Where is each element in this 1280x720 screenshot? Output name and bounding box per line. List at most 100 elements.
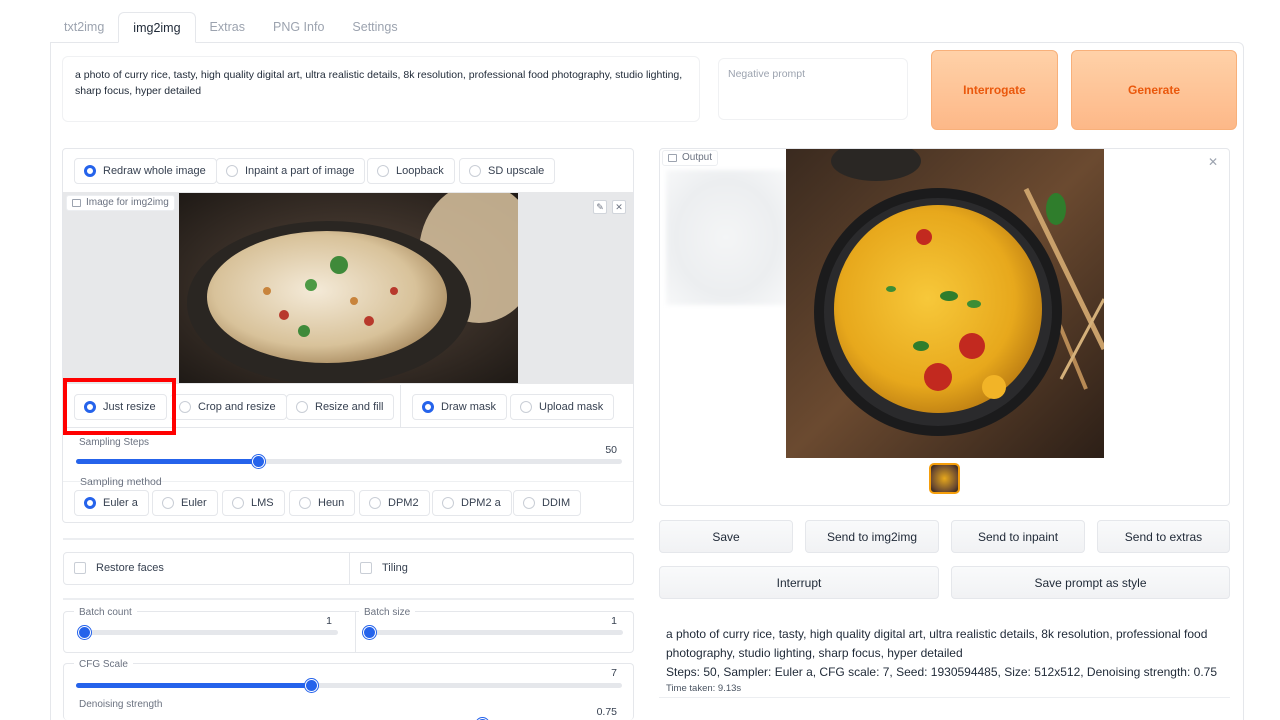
- resize-label: Crop and resize: [198, 401, 276, 413]
- tab-settings[interactable]: Settings: [338, 12, 411, 43]
- radio-indicator: [377, 165, 389, 177]
- sampler-dpm2-a[interactable]: DPM2 a: [432, 490, 512, 516]
- sampling-method-label: Sampling method: [80, 476, 162, 488]
- sampling-steps-value[interactable]: 50: [570, 444, 617, 456]
- output-label-text: Output: [682, 152, 713, 163]
- radio-indicator: [520, 401, 532, 413]
- tab-extras[interactable]: Extras: [196, 12, 259, 43]
- tab-png-info[interactable]: PNG Info: [259, 12, 338, 43]
- mode-loopback[interactable]: Loopback: [367, 158, 455, 184]
- resize-label: Resize and fill: [315, 401, 384, 413]
- image-icon: [72, 199, 81, 207]
- interrogate-button[interactable]: Interrogate: [931, 50, 1058, 130]
- sampler-ddim[interactable]: DDIM: [513, 490, 582, 516]
- radio-indicator: [369, 497, 381, 509]
- slider-thumb[interactable]: [363, 626, 376, 639]
- sampler-label: DDIM: [542, 497, 571, 509]
- mask-draw[interactable]: Draw mask: [412, 394, 508, 420]
- divider: [400, 385, 401, 427]
- time-taken: Time taken: 9.13s: [666, 683, 742, 694]
- denoising-strength-label: Denoising strength: [74, 697, 168, 713]
- checkbox-box: [74, 562, 86, 574]
- prompt-input[interactable]: a photo of curry rice, tasty, high quali…: [62, 56, 700, 122]
- tiling-checkbox[interactable]: Tiling: [360, 562, 408, 574]
- close-icon[interactable]: ✕: [1208, 155, 1218, 169]
- radio-indicator: [226, 165, 238, 177]
- radio-indicator: [442, 497, 454, 509]
- slider-fill: [76, 459, 258, 464]
- sampler-euler[interactable]: Euler: [152, 490, 218, 516]
- mode-redraw-whole-image[interactable]: Redraw whole image: [74, 158, 217, 184]
- sampler-lms[interactable]: LMS: [222, 490, 285, 516]
- radio-indicator: [232, 497, 244, 509]
- radio-indicator: [422, 401, 434, 413]
- resize-and-fill[interactable]: Resize and fill: [286, 394, 395, 420]
- restore-faces-checkbox[interactable]: Restore faces: [74, 562, 164, 574]
- batch-size-value[interactable]: 1: [585, 615, 617, 627]
- cfg-scale-label: CFG Scale: [74, 657, 133, 673]
- divider: [63, 598, 634, 600]
- radio-indicator: [299, 497, 311, 509]
- sampler-heun[interactable]: Heun: [289, 490, 356, 516]
- tab-img2img[interactable]: img2img: [118, 12, 196, 43]
- mode-label: Redraw whole image: [103, 165, 206, 177]
- mode-label: Loopback: [396, 165, 444, 177]
- sampler-label: Heun: [318, 497, 345, 509]
- radio-indicator: [296, 401, 308, 413]
- output-image-curry-rice: [786, 149, 1104, 458]
- cfg-scale-value[interactable]: 7: [585, 667, 617, 679]
- mask-label: Upload mask: [539, 401, 604, 413]
- divider: [355, 612, 356, 652]
- batch-size-slider[interactable]: [363, 626, 623, 639]
- radio-indicator: [84, 497, 96, 509]
- sampling-steps-slider[interactable]: [76, 455, 622, 468]
- cfg-scale-slider[interactable]: [76, 679, 622, 692]
- mode-sd-upscale[interactable]: SD upscale: [459, 158, 556, 184]
- send-to-inpaint-button[interactable]: Send to inpaint: [951, 520, 1085, 553]
- mode-label: Inpaint a part of image: [245, 165, 355, 177]
- mode-inpaint[interactable]: Inpaint a part of image: [216, 158, 366, 184]
- batch-count-label: Batch count: [74, 605, 137, 621]
- image-input-label: Image for img2img: [66, 195, 175, 211]
- negative-prompt-input[interactable]: Negative prompt: [718, 58, 908, 120]
- close-icon[interactable]: ✕: [612, 200, 626, 214]
- mask-upload[interactable]: Upload mask: [510, 394, 615, 420]
- image-icon: [668, 154, 677, 162]
- slider-thumb[interactable]: [305, 679, 318, 692]
- sampler-label: Euler: [181, 497, 207, 509]
- save-prompt-as-style-button[interactable]: Save prompt as style: [951, 566, 1230, 599]
- gallery-thumbnail[interactable]: [929, 463, 960, 494]
- slider-fill: [76, 683, 311, 688]
- batch-count-slider[interactable]: [78, 626, 338, 639]
- restore-faces-label: Restore faces: [96, 562, 164, 574]
- generate-button[interactable]: Generate: [1071, 50, 1237, 130]
- resize-crop-and-resize[interactable]: Crop and resize: [170, 394, 287, 420]
- radio-indicator: [179, 401, 191, 413]
- radio-indicator: [523, 497, 535, 509]
- sampler-label: Euler a: [103, 497, 138, 509]
- edit-icon[interactable]: ✎: [593, 200, 607, 214]
- divider: [349, 553, 350, 584]
- send-to-img2img-button[interactable]: Send to img2img: [805, 520, 939, 553]
- batch-count-value[interactable]: 1: [300, 615, 332, 627]
- tab-txt2img[interactable]: txt2img: [50, 12, 118, 43]
- tab-bar: txt2img img2img Extras PNG Info Settings: [50, 12, 412, 43]
- radio-indicator: [84, 165, 96, 177]
- output-label: Output: [662, 150, 719, 166]
- sampler-dpm2[interactable]: DPM2: [359, 490, 430, 516]
- slider-thumb[interactable]: [78, 626, 91, 639]
- highlight-box: [63, 378, 176, 435]
- sampler-euler-a[interactable]: Euler a: [74, 490, 149, 516]
- sampler-label: LMS: [251, 497, 274, 509]
- radio-indicator: [469, 165, 481, 177]
- mode-label: SD upscale: [488, 165, 545, 177]
- denoising-strength-value[interactable]: 0.75: [570, 706, 617, 718]
- slider-thumb[interactable]: [252, 455, 265, 468]
- batch-size-label: Batch size: [359, 605, 416, 621]
- interrupt-button[interactable]: Interrupt: [659, 566, 939, 599]
- info-params: Steps: 50, Sampler: Euler a, CFG scale: …: [666, 665, 1218, 679]
- sampler-label: DPM2: [388, 497, 419, 509]
- send-to-extras-button[interactable]: Send to extras: [1097, 520, 1230, 553]
- save-button[interactable]: Save: [659, 520, 793, 553]
- radio-indicator: [162, 497, 174, 509]
